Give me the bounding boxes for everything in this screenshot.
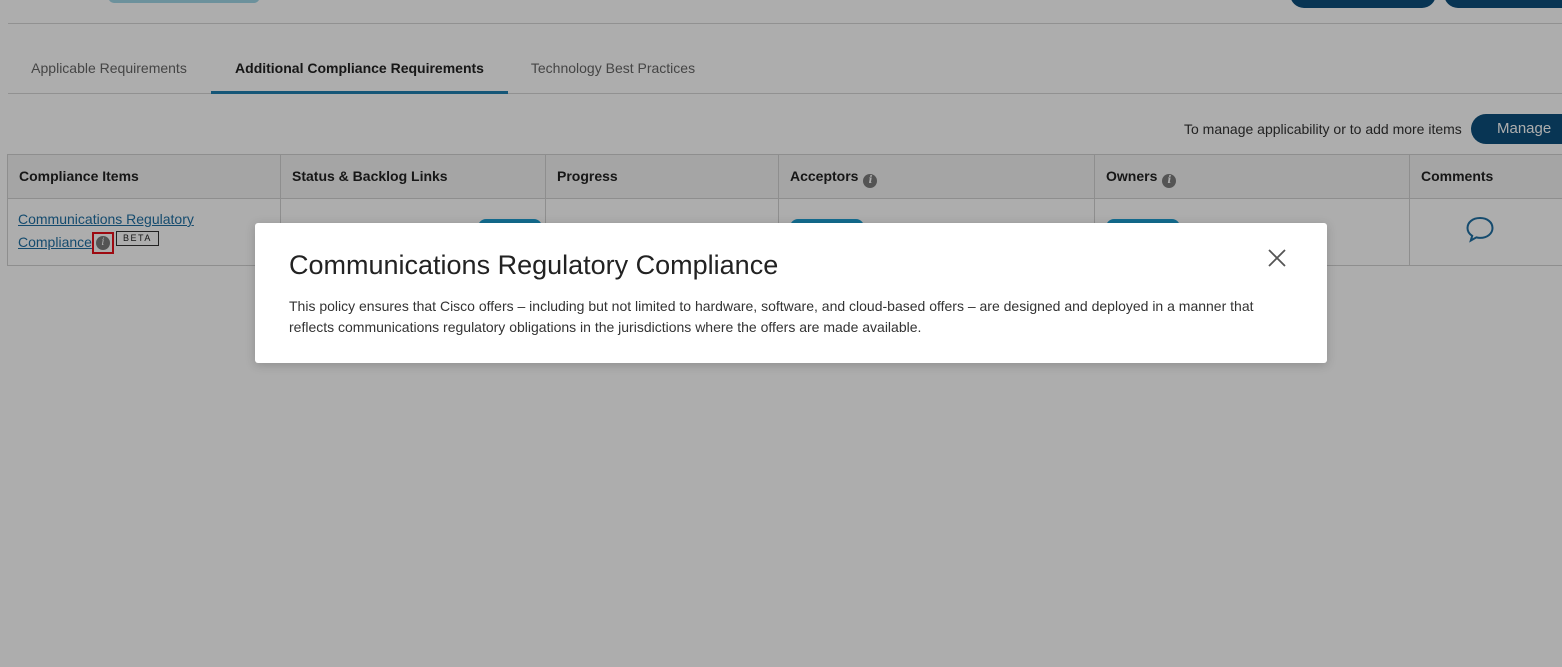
policy-modal: Communications Regulatory Compliance Thi… [255, 223, 1327, 363]
close-icon[interactable] [1266, 247, 1288, 269]
page: Applicable Requirements Additional Compl… [0, 0, 1562, 667]
modal-title: Communications Regulatory Compliance [289, 250, 779, 280]
modal-body: This policy ensures that Cisco offers – … [289, 298, 1254, 335]
